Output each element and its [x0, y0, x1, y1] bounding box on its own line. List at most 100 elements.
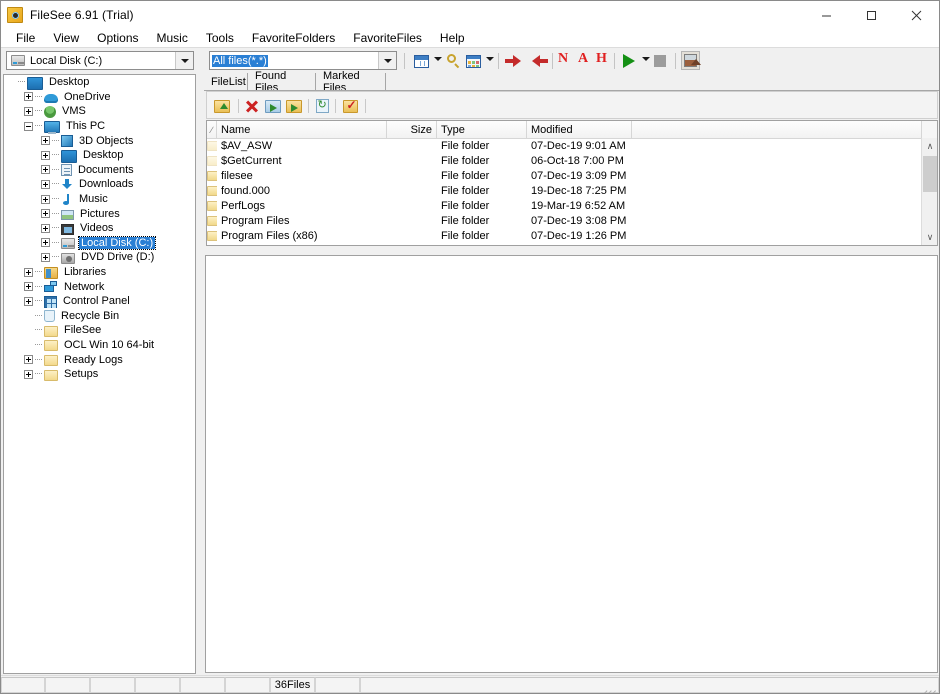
view-mode-dropdown-chevron-down-icon[interactable] [434, 57, 442, 61]
tree-item-3d-objects[interactable]: 3D Objects [4, 133, 195, 148]
table-row[interactable]: $GetCurrent File folder 06-Oct-18 7:00 PM [207, 153, 921, 168]
resize-grip[interactable] [925, 680, 937, 692]
tree-item-dvd-drive-d[interactable]: DVD Drive (D:) [4, 250, 195, 265]
view-mode-button[interactable] [412, 52, 430, 70]
tree-item-network[interactable]: Network [4, 279, 195, 294]
folder-tree[interactable]: Desktop OneDrive VMS This PC 3D Objects Deskt… [3, 74, 196, 674]
expand-plus-icon[interactable] [24, 282, 33, 292]
tree-item-onedrive[interactable]: OneDrive [4, 90, 195, 105]
menu-options[interactable]: Options [88, 30, 147, 46]
play-button[interactable] [620, 52, 638, 70]
expand-plus-icon[interactable] [41, 194, 50, 204]
column-header-name[interactable]: Name [217, 121, 387, 138]
tree-item-desktop[interactable]: Desktop [4, 148, 195, 163]
tree-item-pictures[interactable]: Pictures [4, 206, 195, 221]
tree-item-ready-logs[interactable]: Ready Logs [4, 352, 195, 367]
expand-plus-icon[interactable] [41, 179, 50, 189]
filelist-table[interactable]: ∕ Name Size Type Modified $AV_ASW File folder… [206, 120, 938, 246]
archive-attr-button[interactable]: A [578, 51, 588, 67]
expand-plus-icon[interactable] [24, 296, 33, 306]
tree-item-control-panel[interactable]: Control Panel [4, 294, 195, 309]
tree-item-recycle-bin[interactable]: Recycle Bin [4, 309, 195, 324]
expand-plus-icon[interactable] [24, 355, 33, 365]
menu-music[interactable]: Music [148, 30, 197, 46]
expand-plus-icon[interactable] [41, 165, 50, 175]
tree-item-ocl-win-10-64-bit[interactable]: OCL Win 10 64-bit [4, 338, 195, 353]
tab-filelist[interactable]: FileList [204, 73, 248, 90]
table-row[interactable]: PerfLogs File folder 19-Mar-19 6:52 AM [207, 198, 921, 213]
tree-item-label: Desktop [49, 76, 90, 89]
expand-plus-icon[interactable] [24, 106, 33, 116]
drive-select[interactable]: Local Disk (C:) [6, 51, 194, 70]
tree-item-videos[interactable]: Videos [4, 221, 195, 236]
expand-plus-icon[interactable] [24, 92, 33, 102]
tree-item-downloads[interactable]: Downloads [4, 177, 195, 192]
expand-plus-icon[interactable] [41, 150, 50, 160]
column-header-type[interactable]: Type [437, 121, 527, 138]
column-header-modified[interactable]: Modified [527, 121, 632, 138]
tab-marked-files[interactable]: Marked Files [316, 70, 386, 94]
close-button[interactable] [894, 1, 939, 29]
column-header-blank-5[interactable] [632, 121, 922, 138]
chevron-down-icon[interactable] [378, 52, 396, 69]
select-all-button[interactable] [341, 97, 359, 115]
expand-plus-icon[interactable] [41, 238, 50, 248]
thumbnail-view-dropdown-chevron-down-icon[interactable] [486, 57, 494, 61]
menu-favoritefiles[interactable]: FavoriteFiles [344, 30, 431, 46]
tree-item-this-pc[interactable]: This PC [4, 119, 195, 135]
scroll-up-icon[interactable]: ∧ [922, 138, 937, 154]
delete-button[interactable] [243, 97, 261, 115]
expand-plus-icon[interactable] [41, 209, 50, 219]
expand-plus-icon[interactable] [41, 252, 50, 262]
minimize-button[interactable] [804, 1, 849, 29]
table-row[interactable]: $AV_ASW File folder 07-Dec-19 9:01 AM [207, 138, 921, 153]
copy-to-button[interactable] [264, 97, 282, 115]
image-preview-button[interactable] [681, 51, 701, 70]
forward-button[interactable] [504, 52, 522, 70]
tree-item-filesee[interactable]: FileSee [4, 323, 195, 338]
stop-button[interactable] [651, 52, 669, 70]
expand-plus-icon[interactable] [24, 267, 33, 277]
tab-found-files[interactable]: Found Files [248, 70, 316, 94]
tree-item-music[interactable]: Music [4, 192, 195, 207]
move-to-button[interactable] [285, 97, 303, 115]
collapse-minus-icon[interactable] [24, 121, 33, 131]
column-header-size[interactable]: Size [387, 121, 437, 138]
preview-pane[interactable] [205, 255, 938, 673]
hidden-attr-button[interactable]: H [596, 51, 607, 67]
horizontal-splitter[interactable] [204, 247, 939, 253]
tree-item-vms[interactable]: VMS [4, 104, 195, 119]
tree-item-libraries[interactable]: Libraries [4, 265, 195, 280]
normal-attr-button[interactable]: N [558, 51, 568, 67]
thumbnail-view-button[interactable] [464, 52, 482, 70]
expand-plus-icon[interactable] [41, 136, 50, 146]
table-row[interactable]: filesee File folder 07-Dec-19 3:09 PM [207, 168, 921, 183]
file-filter-select[interactable]: All files(*.*) [209, 51, 397, 70]
menu-file[interactable]: File [7, 30, 44, 46]
search-button[interactable] [444, 52, 462, 70]
expand-plus-icon[interactable] [24, 369, 33, 379]
menu-help[interactable]: Help [431, 30, 474, 46]
menu-tools[interactable]: Tools [197, 30, 243, 46]
tree-item-desktop[interactable]: Desktop [4, 75, 195, 90]
play-dropdown-chevron-down-icon[interactable] [642, 57, 650, 61]
parent-folder-button[interactable] [213, 97, 231, 115]
scroll-down-icon[interactable]: ∨ [922, 229, 937, 245]
tree-item-setups[interactable]: Setups [4, 367, 195, 382]
chevron-down-icon[interactable] [175, 52, 193, 69]
tree-item-local-disk-c[interactable]: Local Disk (C:) [4, 235, 195, 251]
table-row[interactable]: found.000 File folder 19-Dec-18 7:25 PM [207, 183, 921, 198]
filelist-scrollbar[interactable]: ∧ ∨ [921, 138, 937, 245]
back-button[interactable] [530, 52, 548, 70]
column-header-blank-0[interactable]: ∕ [207, 121, 217, 138]
maximize-button[interactable] [849, 1, 894, 29]
refresh-button[interactable] [313, 97, 331, 115]
tree-connector [35, 125, 42, 127]
tree-item-documents[interactable]: Documents [4, 163, 195, 178]
table-row[interactable]: Program Files File folder 07-Dec-19 3:08 P… [207, 213, 921, 228]
scrollbar-thumb[interactable] [923, 156, 937, 192]
menu-view[interactable]: View [44, 30, 88, 46]
expand-plus-icon[interactable] [41, 223, 50, 233]
menu-favoritefolders[interactable]: FavoriteFolders [243, 30, 344, 46]
table-row[interactable]: Program Files (x86) File folder 07-Dec-19 … [207, 228, 921, 243]
